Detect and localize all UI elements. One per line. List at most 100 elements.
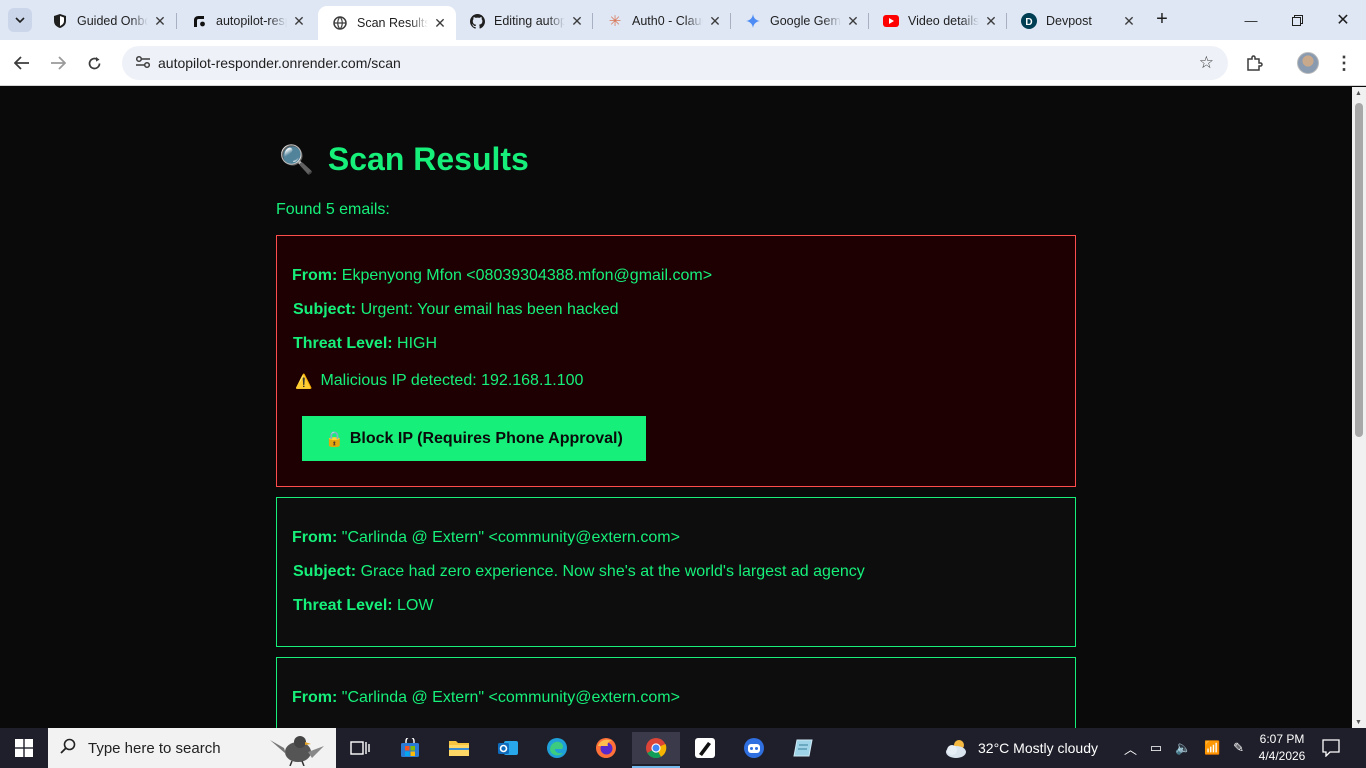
email-card: From: "Carlinda @ Extern" <community@ext… [276, 657, 1076, 728]
subject-label: Subject: [293, 563, 357, 580]
profile-button[interactable] [1294, 49, 1322, 77]
chevron-up-icon[interactable]: ︿ [1124, 739, 1137, 758]
page-title: 🔍 Scan Results [279, 141, 529, 178]
menu-button[interactable]: ⋮ [1330, 49, 1358, 77]
microsoft-store-button[interactable] [390, 732, 430, 764]
reload-button[interactable] [80, 49, 108, 77]
kebab-menu-icon: ⋮ [1335, 52, 1353, 73]
found-count-text: Found 5 emails: [276, 201, 390, 218]
notifications-button[interactable] [1322, 728, 1344, 768]
battery-icon[interactable]: ▭ [1150, 740, 1162, 756]
chrome-icon [646, 738, 667, 759]
pen-app-button[interactable] [685, 732, 725, 764]
browser-toolbar: autopilot-responder.onrender.com/scan ☆ … [0, 40, 1366, 86]
tab-title: Google Gemini [770, 14, 841, 28]
tab-google-gemini[interactable]: Google Gemini ✕ [731, 6, 869, 36]
outlook-button[interactable] [488, 732, 528, 764]
edge-icon [547, 738, 567, 758]
search-icon [48, 738, 88, 759]
firefox-button[interactable] [586, 732, 626, 764]
scroll-down-icon[interactable]: ▼ [1355, 719, 1362, 726]
from-label: From: [292, 689, 338, 706]
restore-button[interactable] [1274, 0, 1320, 40]
close-tab-icon[interactable]: ✕ [432, 15, 448, 32]
lock-icon: 🔒 [325, 430, 344, 448]
threat-level-row: Threat Level: LOW [293, 597, 434, 615]
puzzle-icon [1247, 55, 1263, 71]
close-tab-icon[interactable]: ✕ [291, 13, 307, 30]
magnifier-icon: 🔍 [279, 144, 314, 175]
tab-editing-autopilot[interactable]: Editing autopilot ✕ [455, 6, 593, 36]
chrome-button[interactable] [632, 732, 680, 768]
robot-icon [744, 738, 764, 758]
close-window-button[interactable]: ✕ [1320, 0, 1366, 40]
tab-title: autopilot-responder [216, 14, 287, 28]
notes-app-button[interactable] [783, 732, 823, 764]
tab-devpost[interactable]: D Devpost ✕ [1007, 6, 1145, 36]
email-subject: Urgent: Your email has been hacked [360, 301, 619, 318]
file-explorer-button[interactable] [439, 732, 479, 764]
svg-text:D: D [1025, 17, 1032, 28]
close-tab-icon[interactable]: ✕ [152, 13, 168, 30]
avatar [1297, 52, 1319, 74]
tab-search-button[interactable] [8, 8, 32, 32]
subject-label: Subject: [293, 301, 357, 318]
pen-workspace-icon[interactable]: ✎ [1233, 740, 1244, 756]
bookmark-star-icon[interactable]: ☆ [1199, 53, 1214, 73]
taskbar-search-box[interactable]: Type here to search [48, 728, 336, 768]
back-button[interactable] [8, 49, 36, 77]
assistant-app-button[interactable] [734, 732, 774, 764]
search-placeholder: Type here to search [88, 739, 221, 757]
youtube-icon [883, 13, 899, 29]
site-settings-icon[interactable] [128, 55, 158, 72]
tab-video-details[interactable]: Video details ✕ [869, 6, 1007, 36]
email-from-row: From: Ekpenyong Mfon <08039304388.mfon@g… [292, 267, 712, 285]
page-scrollbar[interactable]: ▲ ▼ [1352, 87, 1366, 728]
extensions-button[interactable] [1240, 49, 1268, 77]
tab-title: Scan Results [357, 16, 428, 30]
edge-button[interactable] [537, 732, 577, 764]
forward-button[interactable] [44, 49, 72, 77]
windows-taskbar: Type here to search 32°C Mostly cloudy ︿… [0, 728, 1366, 768]
minimize-button[interactable]: ― [1228, 0, 1274, 40]
pen-icon [695, 738, 715, 758]
wifi-icon[interactable]: 📶 [1204, 740, 1220, 756]
email-from-row: From: "Carlinda @ Extern" <community@ext… [292, 689, 680, 707]
close-tab-icon[interactable]: ✕ [569, 13, 585, 30]
volume-icon[interactable]: 🔈 [1175, 740, 1191, 756]
task-view-button[interactable] [340, 732, 380, 764]
scroll-up-icon[interactable]: ▲ [1355, 90, 1362, 97]
address-bar[interactable]: autopilot-responder.onrender.com/scan ☆ [122, 46, 1228, 80]
taskbar-clock[interactable]: 6:07 PM 4/4/2026 [1244, 731, 1320, 765]
tab-scan-results[interactable]: Scan Results ✕ [318, 6, 456, 40]
weather-text: 32°C Mostly cloudy [978, 740, 1098, 756]
tab-title: Video details [908, 14, 979, 28]
weather-widget[interactable]: 32°C Mostly cloudy [944, 728, 1098, 768]
claude-icon: ✳ [608, 13, 622, 30]
email-from: "Carlinda @ Extern" <community@extern.co… [341, 689, 680, 706]
page-title-text: Scan Results [327, 141, 529, 177]
reload-icon [88, 56, 100, 69]
email-card-low: From: "Carlinda @ Extern" <community@ext… [276, 497, 1076, 647]
from-label: From: [292, 267, 338, 284]
tab-autopilot-responder[interactable]: autopilot-responder ✕ [177, 6, 315, 36]
email-card-high: From: Ekpenyong Mfon <08039304388.mfon@g… [276, 235, 1076, 487]
system-tray: ︿ ▭ 🔈 📶 ✎ [1124, 728, 1244, 768]
tab-title: Guided Onboarding [77, 14, 148, 28]
close-tab-icon[interactable]: ✕ [845, 13, 861, 30]
threat-level-row: Threat Level: HIGH [293, 335, 437, 353]
start-button[interactable] [0, 728, 48, 768]
scrollbar-thumb[interactable] [1355, 103, 1363, 437]
close-tab-icon[interactable]: ✕ [707, 13, 723, 30]
tab-guided-onboarding[interactable]: Guided Onboarding ✕ [38, 6, 176, 36]
tab-title: Editing autopilot [494, 14, 565, 28]
close-tab-icon[interactable]: ✕ [1121, 13, 1137, 30]
tab-auth0-claude[interactable]: ✳ Auth0 - Claude ✕ [593, 6, 731, 36]
close-tab-icon[interactable]: ✕ [983, 13, 999, 30]
tab-title: Auth0 - Claude [632, 14, 703, 28]
new-tab-button[interactable]: + [1150, 8, 1174, 32]
close-icon: ✕ [1336, 12, 1350, 29]
tab-title: Devpost [1046, 14, 1092, 28]
firefox-icon [596, 738, 616, 758]
block-ip-button[interactable]: 🔒 Block IP (Requires Phone Approval) [302, 416, 646, 461]
